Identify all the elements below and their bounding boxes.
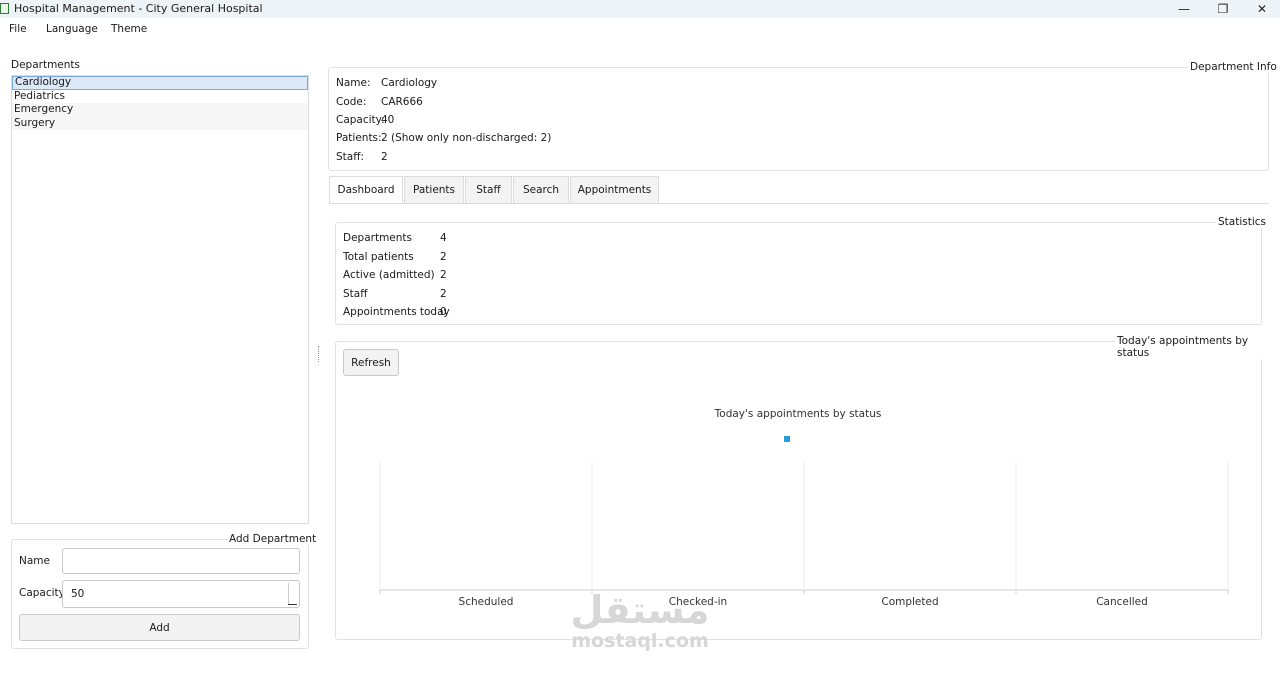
restore-button[interactable]: ❐: [1203, 0, 1243, 18]
stat-value-departments: 4: [440, 232, 447, 244]
stat-value-appointments-today: 0: [440, 306, 447, 318]
capacity-spinbox[interactable]: 50: [62, 580, 300, 608]
info-value: 40: [381, 114, 395, 126]
info-key: Capacity:: [336, 114, 385, 126]
info-value: 2 (Show only non-discharged: 2): [381, 132, 552, 144]
departments-heading: Departments: [11, 59, 81, 71]
menu-bar: File Language Theme: [0, 18, 1280, 40]
stat-key-staff: Staff: [343, 288, 368, 300]
department-name-input[interactable]: [62, 548, 300, 574]
menu-file[interactable]: File: [9, 23, 27, 35]
stat-value-total-patients: 2: [440, 251, 447, 263]
department-info-title: Department Info: [1188, 61, 1279, 73]
info-key: Code:: [336, 96, 367, 108]
watermark-latin: mostaql.com: [571, 630, 709, 652]
stat-key-total-patients: Total patients: [343, 251, 414, 263]
close-button[interactable]: ✕: [1242, 0, 1280, 18]
title-bar: Hospital Management - City General Hospi…: [0, 0, 1280, 18]
department-info-group: [328, 67, 1269, 171]
tab-staff[interactable]: Staff: [465, 176, 512, 204]
spin-arrows-icon[interactable]: [287, 583, 297, 605]
add-department-title: Add Department: [227, 533, 319, 545]
info-value: CAR666: [381, 96, 423, 108]
stat-key-appointments-today: Appointments today: [343, 306, 450, 318]
legend-marker: [784, 436, 790, 442]
minimize-button[interactable]: —: [1164, 0, 1204, 18]
statistics-title: Statistics: [1216, 216, 1268, 228]
info-value: Cardiology: [381, 77, 438, 89]
name-label: Name: [19, 555, 50, 567]
capacity-value: 50: [71, 588, 85, 600]
stat-value-active: 2: [440, 269, 447, 281]
department-item-emergency[interactable]: Emergency: [12, 103, 308, 117]
splitter-handle[interactable]: [318, 346, 320, 362]
menu-language[interactable]: Language: [46, 23, 98, 35]
department-item-pediatrics[interactable]: Pediatrics: [12, 90, 308, 104]
info-key: Patients:: [336, 132, 382, 144]
departments-list[interactable]: Cardiology Pediatrics Emergency Surgery: [11, 75, 309, 524]
app-icon: [0, 3, 9, 14]
category-label-cancelled: Cancelled: [1096, 596, 1148, 608]
statistics-group: [335, 222, 1262, 325]
info-key: Name:: [336, 77, 371, 89]
tab-underline: [329, 203, 1269, 204]
watermark: مستقل mostaql.com: [560, 590, 720, 652]
info-key: Staff:: [336, 151, 364, 163]
appointments-status-title: Today's appointments by status: [1115, 335, 1280, 359]
department-item-cardiology[interactable]: Cardiology: [12, 76, 308, 90]
capacity-label: Capacity: [19, 587, 65, 599]
stat-key-departments: Departments: [343, 232, 413, 244]
menu-theme[interactable]: Theme: [111, 23, 147, 35]
tab-dashboard[interactable]: Dashboard: [329, 176, 403, 204]
stat-value-staff: 2: [440, 288, 447, 300]
tab-search[interactable]: Search: [513, 176, 569, 204]
tab-patients[interactable]: Patients: [404, 176, 464, 204]
stat-key-active: Active (admitted): [343, 269, 435, 281]
window-title: Hospital Management - City General Hospi…: [14, 2, 263, 15]
department-item-surgery[interactable]: Surgery: [12, 116, 308, 130]
info-value: 2: [381, 151, 388, 163]
category-label-completed: Completed: [881, 596, 939, 608]
watermark-arabic: مستقل: [570, 588, 710, 632]
refresh-button[interactable]: Refresh: [343, 349, 399, 376]
add-department-button[interactable]: Add: [19, 614, 300, 641]
tab-appointments[interactable]: Appointments: [570, 176, 659, 204]
chart-title: Today's appointments by status: [714, 408, 882, 420]
